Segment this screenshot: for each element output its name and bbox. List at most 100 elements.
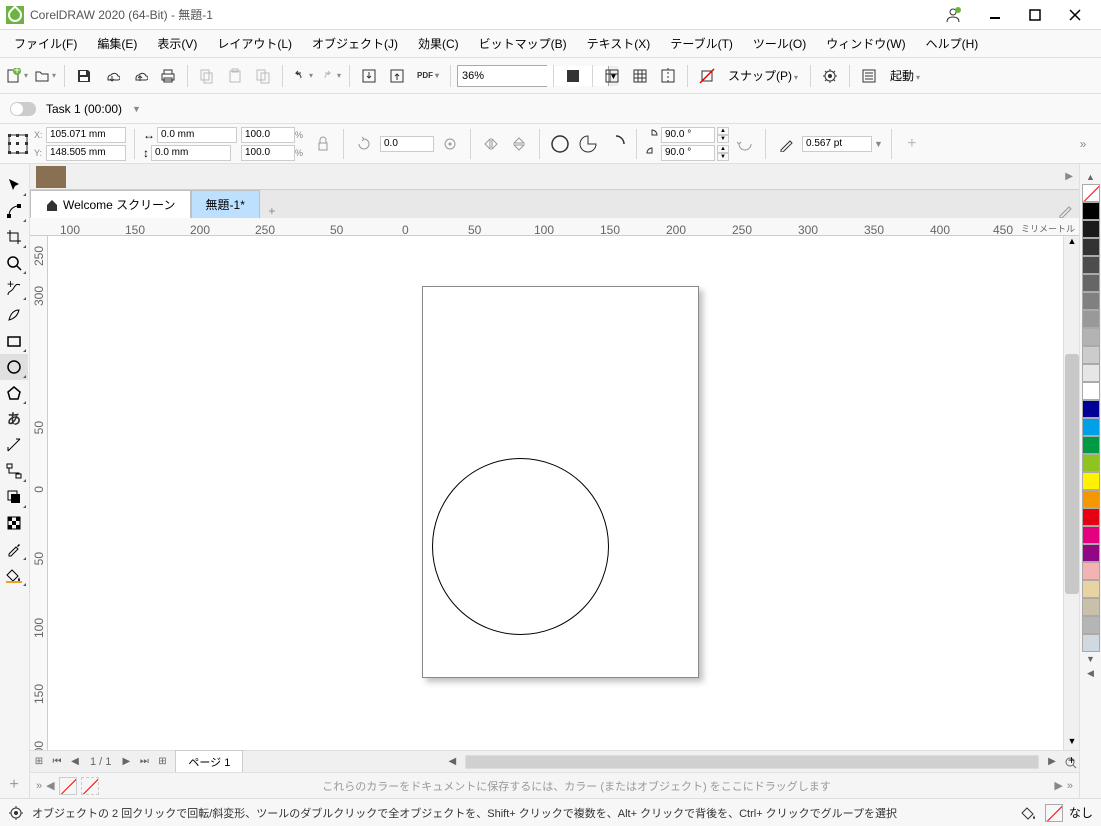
eyedropper-tool[interactable] [0, 536, 28, 562]
palette-flyout-icon[interactable]: ◀ [1087, 668, 1094, 679]
maximize-button[interactable] [1015, 1, 1055, 29]
palette-down-icon[interactable]: ▼ [1086, 654, 1095, 664]
swatch[interactable] [1082, 598, 1100, 616]
lock-ratio-button[interactable] [311, 132, 335, 156]
pen-tool-icon[interactable] [1051, 202, 1079, 218]
swatch[interactable] [1082, 544, 1100, 562]
menu-object[interactable]: オブジェクト(J) [302, 31, 408, 56]
swatch[interactable] [1082, 292, 1100, 310]
end-angle-input[interactable]: 90.0 ° [661, 145, 715, 161]
swatch[interactable] [1082, 472, 1100, 490]
ellipse-object[interactable] [432, 458, 609, 635]
hscroll-right-icon[interactable]: ▶ [1043, 753, 1061, 771]
swatch[interactable] [1082, 490, 1100, 508]
menu-window[interactable]: ウィンドウ(W) [816, 31, 915, 56]
add-preset-button[interactable]: + [900, 132, 924, 156]
page-tab[interactable]: ページ 1 [175, 750, 243, 774]
hscroll-left-icon[interactable]: ◀ [443, 753, 461, 771]
tab-document[interactable]: 無題-1* [191, 190, 260, 218]
print-button[interactable] [155, 63, 181, 89]
launch-icon[interactable] [856, 63, 882, 89]
pie-button[interactable] [576, 132, 600, 156]
new-button[interactable]: + [4, 63, 30, 89]
swatch[interactable] [1082, 364, 1100, 382]
width-input[interactable]: 0.0 mm [157, 127, 237, 143]
fill-indicator-icon[interactable] [1019, 805, 1039, 821]
mirror-h-button[interactable] [479, 132, 503, 156]
scale-y-input[interactable]: 100.0 [241, 145, 295, 161]
clone-button[interactable] [250, 63, 276, 89]
palette-expand-icon[interactable]: » [36, 780, 42, 792]
customize-icon[interactable] [8, 805, 26, 821]
palette-left-icon[interactable]: ◀ [46, 779, 54, 792]
menu-bitmap[interactable]: ビットマップ(B) [469, 31, 577, 56]
rulers-button[interactable] [599, 63, 625, 89]
horizontal-scrollbar[interactable] [465, 755, 1039, 769]
swatch[interactable] [1082, 634, 1100, 652]
rotation-input[interactable]: 0.0 [380, 136, 434, 152]
pick-tool[interactable] [0, 172, 28, 198]
add-tool-button[interactable]: + [0, 772, 28, 798]
swatch[interactable] [1082, 238, 1100, 256]
last-page-button[interactable]: ⏭ [135, 753, 153, 771]
swatch[interactable] [1082, 580, 1100, 598]
swatch[interactable] [1082, 616, 1100, 634]
swatch[interactable] [1082, 526, 1100, 544]
menu-text[interactable]: テキスト(X) [577, 31, 661, 56]
scale-x-input[interactable]: 100.0 [241, 127, 295, 143]
add-tab-button[interactable]: + [260, 204, 284, 218]
swatch[interactable] [1082, 346, 1100, 364]
rectangle-tool[interactable] [0, 328, 28, 354]
no-color-swatch[interactable] [59, 777, 77, 795]
copy-button[interactable] [194, 63, 220, 89]
x-position-input[interactable]: 105.071 mm [46, 127, 126, 143]
navigator-button[interactable]: + [1061, 753, 1079, 771]
export-button[interactable] [384, 63, 410, 89]
swatch[interactable] [1082, 256, 1100, 274]
horizontal-ruler[interactable]: 100 150 200 250 50 0 50 100 150 200 250 … [30, 218, 1079, 236]
tab-welcome[interactable]: Welcome スクリーン [30, 190, 191, 218]
fill-swatch[interactable] [1045, 804, 1063, 822]
swatch[interactable] [1082, 310, 1100, 328]
first-page-button[interactable]: ⏮ [48, 753, 66, 771]
vertical-ruler[interactable]: 250 300 50 0 50 100 150 200 [30, 236, 48, 750]
launch-dropdown[interactable]: 起動 [884, 67, 926, 84]
swatch[interactable] [1082, 220, 1100, 238]
menu-edit[interactable]: 編集(E) [87, 31, 147, 56]
redo-button[interactable] [317, 63, 343, 89]
swatch[interactable] [1082, 274, 1100, 292]
parallel-dimension-tool[interactable] [0, 432, 28, 458]
text-tool[interactable]: あ [0, 406, 28, 432]
cloud-download-button[interactable] [99, 63, 125, 89]
prev-page-button[interactable]: ◀ [66, 753, 84, 771]
swatch[interactable] [1082, 418, 1100, 436]
minimize-button[interactable] [975, 1, 1015, 29]
swatch[interactable] [1082, 328, 1100, 346]
swatch[interactable] [1082, 562, 1100, 580]
guidelines-button[interactable] [655, 63, 681, 89]
more-options-button[interactable]: » [1071, 132, 1095, 156]
transparency-tool[interactable] [0, 510, 28, 536]
panel-expand-icon[interactable]: ▶ [1059, 171, 1079, 182]
swatch[interactable] [1082, 454, 1100, 472]
zoom-tool[interactable] [0, 250, 28, 276]
canvas[interactable] [48, 236, 1063, 750]
swatch[interactable] [1082, 400, 1100, 418]
direction-button[interactable] [733, 132, 757, 156]
swatch-none[interactable] [1082, 184, 1100, 202]
drop-shadow-tool[interactable] [0, 484, 28, 510]
paste-button[interactable] [222, 63, 248, 89]
next-page-button[interactable]: ▶ [117, 753, 135, 771]
cloud-upload-button[interactable] [127, 63, 153, 89]
height-input[interactable]: 0.0 mm [151, 145, 231, 161]
scroll-up-icon[interactable]: ▲ [1065, 236, 1079, 250]
fill-tool[interactable] [0, 562, 28, 588]
shape-tool[interactable] [0, 198, 28, 224]
close-button[interactable] [1055, 1, 1095, 29]
snap-off-button[interactable] [694, 63, 720, 89]
connector-tool[interactable] [0, 458, 28, 484]
scroll-thumb[interactable] [1065, 354, 1079, 594]
crop-tool[interactable] [0, 224, 28, 250]
y-position-input[interactable]: 148.505 mm [46, 145, 126, 161]
save-button[interactable] [71, 63, 97, 89]
